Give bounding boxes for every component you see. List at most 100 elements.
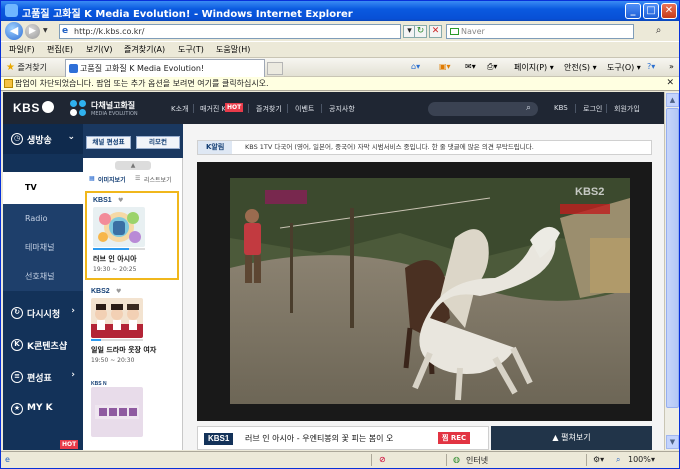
user-icon: ★ [11, 403, 23, 415]
new-tab-button[interactable] [267, 62, 283, 75]
nav-favorites[interactable]: 즐겨찾기 [256, 104, 282, 114]
channel-name: KBS2 [91, 288, 110, 295]
menu-favorites[interactable]: 즐겨찾기(A) [124, 44, 165, 55]
signup-link[interactable]: 회원가입 [614, 104, 640, 114]
heart-icon[interactable]: ♥ [118, 197, 123, 204]
nav-kcontent-shop[interactable]: K K콘텐츠샵 [3, 330, 83, 360]
menu-safety[interactable]: 안전(S) ▾ [564, 62, 597, 73]
print-icon[interactable]: ⎙▾ [487, 62, 497, 72]
menu-edit[interactable]: 편집(E) [47, 44, 73, 55]
menu-tools-cmd[interactable]: 도구(O) ▾ [607, 62, 641, 73]
scroll-thumb[interactable] [666, 108, 679, 408]
history-dropdown-icon[interactable]: ▼ [43, 27, 48, 34]
heart-icon[interactable]: ♥ [116, 288, 121, 295]
player-area: K알림 KBS 1TV 다국어 (영어, 일본어, 중국어) 자막 시범서비스 … [183, 124, 664, 450]
chevron-right-icon[interactable]: » [669, 62, 674, 71]
home-icon[interactable]: ⌂▾ [411, 62, 420, 71]
list-view-button[interactable]: 리스트보기 [144, 175, 172, 184]
nav-shop-label: K콘텐츠샵 [27, 342, 68, 352]
chevron-right-icon: › [71, 370, 75, 380]
popup-info-bar[interactable]: 팝업이 차단되었습니다. 팝업 또는 추가 옵션을 보려면 여기를 클릭하십시오… [1, 77, 679, 91]
nav-replay[interactable]: ↻ 다시시청 › [3, 298, 83, 328]
mail-icon[interactable]: ✉▾ [465, 62, 476, 71]
nav-divider [575, 104, 576, 113]
favorites-button[interactable]: ★ 즐겨찾기 [6, 62, 47, 73]
program-thumbnail [93, 207, 145, 247]
search-icon[interactable]: ⌕ [651, 24, 666, 39]
menu-view[interactable]: 보기(V) [86, 44, 112, 55]
minimize-button[interactable]: _ [625, 3, 641, 19]
progress-fill [91, 339, 102, 341]
menu-page[interactable]: 페이지(P) ▾ [514, 62, 554, 73]
site-search-input[interactable]: ⌕ [428, 102, 538, 116]
notice-message[interactable]: KBS 1TV 다국어 (영어, 일본어, 중국어) 자막 시범서비스 중입니다… [245, 141, 534, 154]
channel-card-kbs1[interactable]: KBS1 ♥ 러브 인 아시아 19:30 ~ 20:25 [85, 191, 179, 280]
notice-bar: K알림 KBS 1TV 다국어 (영어, 일본어, 중국어) 자막 시범서비스 … [197, 140, 652, 155]
nav-event[interactable]: 이벤트 [295, 104, 314, 114]
channel-card-kbsn[interactable]: KBS N [85, 377, 179, 450]
nav-myk-label: MY K [27, 403, 53, 413]
forward-button[interactable]: ▶ [25, 24, 40, 39]
help-icon[interactable]: ?▾ [647, 62, 655, 71]
link-kbs[interactable]: KBS [554, 104, 568, 112]
browser-tab[interactable]: 고품질 고화질 K Media Evolution! [65, 59, 265, 77]
channel-schedule-button[interactable]: 채널 편성표 [86, 136, 131, 149]
program-thumbnail [91, 387, 143, 437]
progress-fill [93, 248, 130, 250]
nav-divider [321, 104, 322, 113]
remote-control-button[interactable]: 리모컨 [136, 136, 180, 149]
submenu-tv[interactable]: TV [3, 172, 83, 204]
nav-live[interactable]: ◷ 생방송 ⌄ [3, 124, 83, 154]
replay-icon: ↻ [11, 307, 23, 319]
k-icon: K [11, 339, 23, 351]
record-button[interactable]: 찜 REC [438, 432, 471, 444]
expand-button[interactable]: ▲ 펼쳐보기 [491, 426, 652, 450]
menu-file[interactable]: 파일(F) [9, 44, 35, 55]
title-bar: 고품질 고화질 K Media Evolution! - Windows Int… [1, 1, 679, 21]
nav-schedule[interactable]: ≡ 편성표 › [3, 362, 83, 392]
scroll-up-arrow-icon[interactable]: ▲ [666, 93, 679, 107]
search-input[interactable]: Naver [446, 24, 634, 39]
close-infobar-icon[interactable]: ✕ [666, 77, 674, 90]
maximize-button[interactable]: □ [643, 3, 659, 19]
nav-my-k[interactable]: ★ MY K [3, 394, 83, 424]
zoom-dropdown-icon[interactable]: ▾ [651, 455, 655, 464]
nav-divider [248, 104, 249, 113]
site-header: KBS 다채널고화질 MEDIA EVOLUTION K소개 매거진 K HOT… [3, 92, 664, 124]
nav-divider [287, 104, 288, 113]
zoom-level[interactable]: 100% [628, 455, 651, 464]
close-button[interactable]: ✕ [661, 3, 677, 19]
program-time: 19:30 ~ 20:25 [93, 266, 137, 273]
submenu-radio[interactable]: Radio [3, 204, 83, 233]
menu-help[interactable]: 도움말(H) [216, 44, 250, 55]
browser-window: 고품질 고화질 K Media Evolution! - Windows Int… [0, 0, 680, 469]
video-frame[interactable]: KBS2 [230, 178, 630, 404]
login-link[interactable]: 로그인 [583, 104, 602, 114]
protected-mode-icon[interactable]: ⚙▾ [593, 455, 604, 464]
refresh-icon[interactable]: ↻ [414, 25, 427, 38]
naver-icon [450, 28, 459, 35]
nav-notice[interactable]: 공지사항 [329, 104, 355, 114]
schedule-toolbar: 채널 편성표 리모컨 [83, 124, 183, 158]
back-button[interactable]: ◀ [5, 22, 23, 40]
scroll-down-arrow-icon[interactable]: ▼ [666, 435, 679, 449]
rss-icon[interactable]: ▣▾ [439, 62, 451, 71]
channel-card-kbs2[interactable]: KBS2 ♥ 일일 드라마 웃장 여자 19:50 ~ 20:30 [85, 284, 179, 373]
menu-tools[interactable]: 도구(T) [178, 44, 204, 55]
kbs-logo[interactable]: KBS [13, 101, 54, 115]
stop-icon[interactable]: ✕ [429, 25, 442, 38]
now-playing-bar: KBS1 러브 인 아시아 - 우엔티봉의 꽃 피는 봄이 오 찜 REC ▲ … [197, 426, 652, 450]
vertical-scrollbar[interactable]: ▲ ▼ [664, 92, 679, 450]
status-divider [371, 454, 372, 466]
submenu-favorite-channels[interactable]: 선호채널 [3, 262, 83, 291]
zone-label: 인터넷 [466, 456, 489, 465]
address-field[interactable]: e http://k.kbs.co.kr/ [59, 24, 401, 39]
search-icon[interactable]: ⌕ [526, 103, 531, 113]
video-player[interactable]: KBS2 [197, 162, 652, 421]
image-view-button[interactable]: 이미지보기 [98, 175, 126, 184]
nav-magazine[interactable]: 매거진 K [200, 104, 226, 114]
nav-about[interactable]: K소개 [171, 104, 188, 114]
collapse-up-button[interactable]: ▲ [115, 161, 151, 170]
submenu-theme[interactable]: 테마채널 [3, 233, 83, 262]
popup-blocked-icon[interactable]: ⊘ [379, 455, 386, 464]
